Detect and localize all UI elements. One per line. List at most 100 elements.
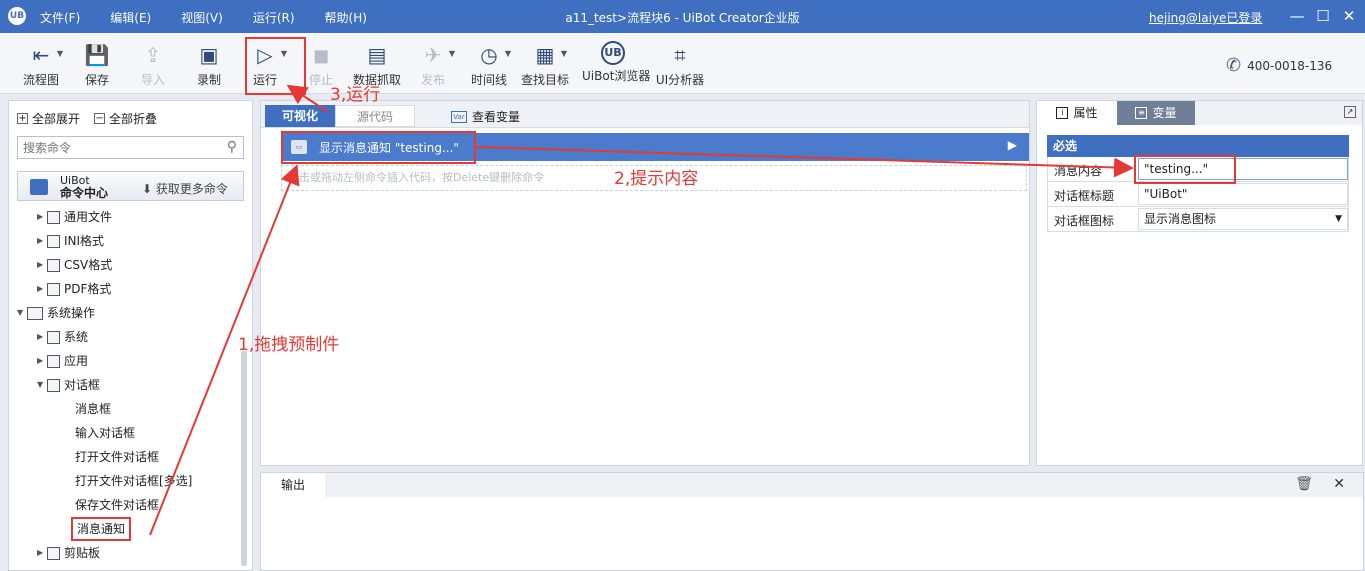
play-icon[interactable]: ▶	[1008, 138, 1017, 152]
tree-item-label: 输入对话框	[75, 426, 136, 440]
command-tree: ▶ 通用文件 ▶ INI格式 ▶ CSV格式 ▶ PDF格式 ▼ 系统操作 ▶ …	[9, 205, 239, 570]
menu-edit[interactable]: 编辑(E)	[110, 9, 151, 26]
dialog-title-field[interactable]: "UiBot"	[1138, 183, 1348, 205]
tree-item-csv[interactable]: ▶ CSV格式	[37, 254, 112, 276]
tab-output[interactable]: 输出	[261, 473, 325, 497]
tree-item-open-file-dialog-multi[interactable]: 打开文件对话框[多选]	[75, 470, 192, 492]
chevron-down-icon: ▼	[17, 308, 24, 317]
tree-item-message-notify[interactable]: 消息通知	[71, 517, 132, 541]
tab-source[interactable]: 源代码	[335, 105, 415, 127]
tree-item-pdf[interactable]: ▶ PDF格式	[37, 278, 111, 300]
tree-item-dialog[interactable]: ▼ 对话框	[37, 374, 100, 396]
publish-button[interactable]: ✈ ▼ 发布	[405, 41, 461, 88]
tree-item-general-file[interactable]: ▶ 通用文件	[37, 206, 112, 228]
tree-actions: + 全部展开 − 全部折叠	[17, 110, 171, 127]
annotation-step1: 1,拖拽预制件	[238, 335, 340, 355]
import-button[interactable]: ⇪ 导入	[125, 41, 181, 88]
command-center-title: UiBot 命令中心	[60, 174, 108, 200]
view-variables-button[interactable]: Var 查看变量	[451, 108, 520, 125]
dialog-icon-select-value: 显示消息图标	[1144, 212, 1217, 226]
close-icon[interactable]: ✕	[1333, 476, 1345, 492]
properties-panel: i 属性 ≡ 变量 ↗ 必选 消息内容 "testing..." 对话框标题 "…	[1036, 100, 1363, 466]
close-icon[interactable]: ✕	[1339, 6, 1359, 26]
tree-item-system-ops[interactable]: ▼ 系统操作	[17, 302, 95, 324]
tree-item-message-box[interactable]: 消息框	[75, 398, 111, 420]
tab-visual[interactable]: 可视化	[265, 105, 335, 127]
property-row-icon: 对话框图标 显示消息图标 ▼	[1047, 207, 1349, 232]
save-button[interactable]: 💾 保存	[69, 41, 125, 88]
save-icon: 💾	[84, 43, 110, 67]
minus-icon: −	[94, 113, 106, 124]
timeline-button[interactable]: ◷ ▼ 时间线	[461, 41, 517, 88]
system-icon	[47, 330, 60, 344]
search-icon[interactable]: ⚲	[227, 139, 237, 155]
tab-properties[interactable]: i 属性	[1037, 101, 1117, 125]
chevron-right-icon: ▶	[37, 332, 44, 341]
command-center-icon	[30, 179, 48, 195]
command-panel: + 全部展开 − 全部折叠 ⚲ UiBot 命令中心 ⬇ 获取更多命令 ▶ 通用…	[8, 100, 253, 571]
expand-all-label: 全部展开	[32, 112, 81, 126]
tree-item-label: 保存文件对话框	[75, 498, 160, 512]
command-block-text: 显示消息通知 "testing..."	[319, 141, 459, 155]
plus-icon: +	[17, 113, 28, 124]
record-button[interactable]: ▣ 录制	[181, 41, 237, 88]
view-variables-label: 查看变量	[472, 110, 521, 124]
run-icon: ▷	[257, 43, 273, 67]
tree-item-input-dialog[interactable]: 输入对话框	[75, 422, 135, 444]
variable-list-icon: ≡	[1135, 107, 1148, 119]
uibot-browser-icon: UB	[601, 41, 625, 65]
menu-run[interactable]: 运行(R)	[253, 9, 295, 26]
tree-item-label: 消息框	[75, 402, 112, 416]
chevron-down-icon: ▼	[504, 49, 511, 58]
expand-panel-icon[interactable]: ↗	[1344, 106, 1356, 118]
chevron-down-icon: ▼	[560, 49, 567, 58]
tab-properties-label: 属性	[1073, 106, 1098, 120]
tree-item-clipboard[interactable]: ▶ 剪贴板	[37, 542, 100, 564]
import-label: 导入	[140, 73, 165, 87]
menu-help[interactable]: 帮助(H)	[325, 9, 367, 26]
ui-analyzer-label: UI分析器	[655, 73, 705, 87]
ui-analyzer-button[interactable]: ⌗ UI分析器	[652, 41, 708, 88]
chevron-right-icon: ▶	[37, 260, 44, 269]
command-search: ⚲	[17, 136, 244, 159]
csv-file-icon	[47, 258, 60, 272]
flowchart-button[interactable]: ⇤ ▼ 流程图	[13, 41, 69, 88]
property-row-message: 消息内容 "testing..."	[1047, 157, 1349, 182]
search-input[interactable]	[18, 137, 213, 158]
property-row-title: 对话框标题 "UiBot"	[1047, 182, 1349, 207]
tree-item-label: PDF格式	[64, 282, 112, 296]
tree-item-label: 打开文件对话框[多选]	[75, 474, 193, 488]
tree-scrollbar[interactable]	[241, 351, 247, 566]
editor-tabs: 可视化 源代码 Var 查看变量	[261, 101, 1029, 128]
tree-item-save-file-dialog[interactable]: 保存文件对话框	[75, 494, 159, 516]
property-label: 对话框图标	[1054, 214, 1115, 228]
tree-item-app[interactable]: ▶ 应用	[37, 350, 88, 372]
expand-all-button[interactable]: + 全部展开	[17, 110, 80, 127]
user-account-link[interactable]: hejing@laiye已登录	[1149, 9, 1262, 26]
tree-item-open-file-dialog[interactable]: 打开文件对话框	[75, 446, 159, 468]
tree-item-ini[interactable]: ▶ INI格式	[37, 230, 104, 252]
run-button[interactable]: ▷ ▼ 运行	[237, 41, 293, 88]
pdf-file-icon	[47, 282, 60, 296]
menu-view[interactable]: 视图(V)	[181, 9, 223, 26]
command-center-button[interactable]: UiBot 命令中心 ⬇ 获取更多命令	[17, 171, 244, 201]
property-label: 对话框标题	[1054, 189, 1115, 203]
phone-icon: ✆	[1226, 55, 1242, 76]
tree-item-system[interactable]: ▶ 系统	[37, 326, 88, 348]
tree-item-label: 对话框	[64, 378, 101, 392]
uibot-browser-button[interactable]: UB UiBot浏览器	[582, 41, 650, 84]
trash-icon[interactable]: 🗑	[1295, 476, 1313, 492]
tab-variables[interactable]: ≡ 变量	[1117, 101, 1195, 125]
find-target-button[interactable]: ▦ ▼ 查找目标	[517, 41, 573, 88]
message-content-field[interactable]: "testing..."	[1138, 158, 1348, 180]
phone-number: 400-0018-136	[1247, 58, 1333, 73]
tree-item-label: 通用文件	[64, 210, 113, 224]
dialog-icon-select[interactable]: 显示消息图标 ▼	[1138, 208, 1348, 230]
menu-file[interactable]: 文件(F)	[40, 9, 80, 26]
menu-bar: 文件(F) 编辑(E) 视图(V) 运行(R) 帮助(H)	[40, 9, 397, 26]
command-block-message-notify[interactable]: ▭ 显示消息通知 "testing..." ▶	[281, 133, 1029, 161]
chevron-down-icon: ▼	[448, 49, 455, 58]
collapse-all-button[interactable]: − 全部折叠	[94, 110, 157, 127]
maximize-icon[interactable]: ☐	[1313, 6, 1333, 26]
minimize-icon[interactable]: —	[1287, 6, 1307, 26]
